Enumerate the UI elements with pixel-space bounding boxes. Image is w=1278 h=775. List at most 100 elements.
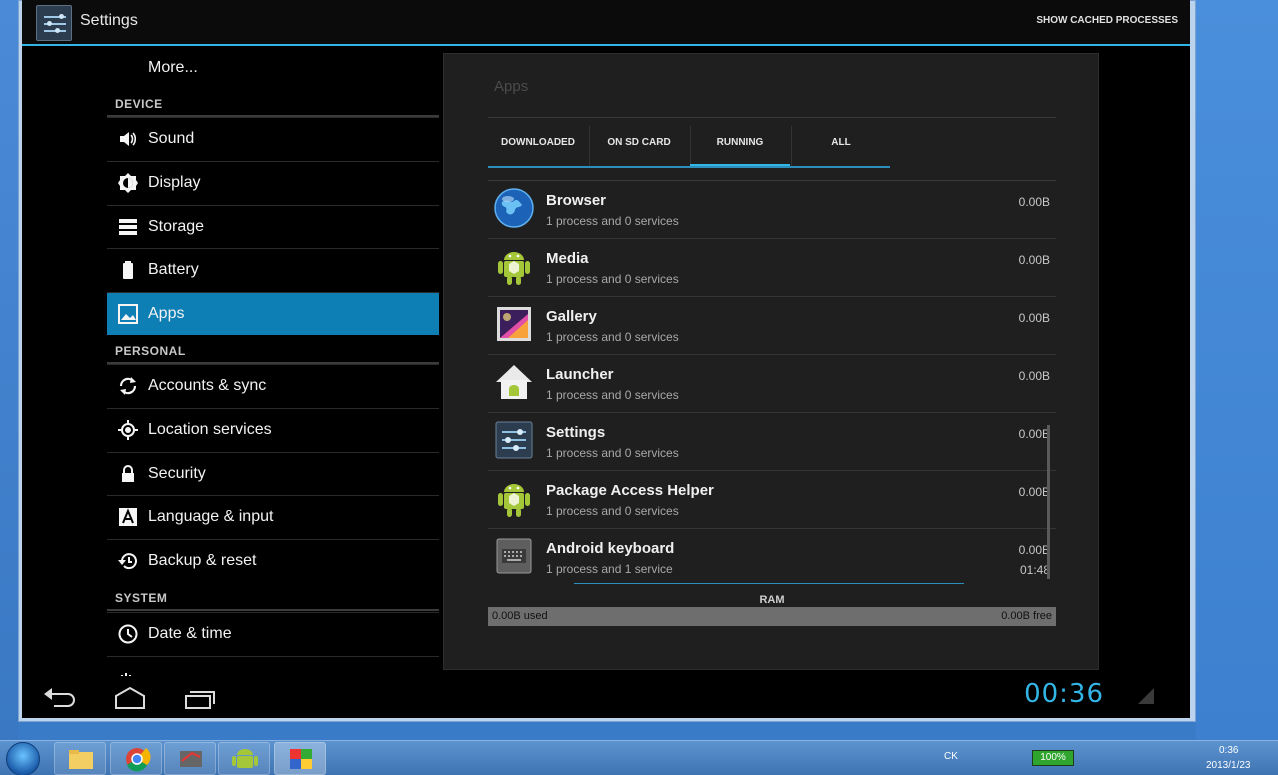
ram-free: 0.00B free xyxy=(1001,610,1052,622)
tray-time[interactable]: 0:36 xyxy=(1219,745,1238,756)
app-size: 0.00B xyxy=(1018,485,1050,499)
backup-icon xyxy=(117,550,139,572)
section-personal: PERSONAL xyxy=(115,344,186,358)
speaker-icon xyxy=(117,128,139,150)
tab-downloaded[interactable]: DOWNLOADED xyxy=(488,126,588,168)
section-device: DEVICE xyxy=(115,97,163,111)
desktop-right-edge xyxy=(1196,0,1278,740)
app-name: Package Access Helper xyxy=(546,482,714,499)
app-size: 0.00B xyxy=(1018,195,1050,209)
sidebar-item-label: Display xyxy=(148,174,201,191)
keyboard-icon xyxy=(494,536,534,576)
start-button[interactable] xyxy=(6,742,40,775)
android-robot-icon xyxy=(494,246,534,286)
signal-icon xyxy=(1138,688,1154,704)
sidebar-item-label: Language & input xyxy=(148,508,274,525)
app-name: Settings xyxy=(546,424,606,441)
app-process-info: 1 process and 0 services xyxy=(546,272,679,286)
list-item-media[interactable]: Media 1 process and 0 services 0.00B xyxy=(488,239,1056,297)
sidebar-item-backup[interactable]: Backup & reset xyxy=(107,539,439,582)
windows-taskbar: CK 100% 0:36 2013/1/23 xyxy=(0,740,1278,775)
list-item-package-access-helper[interactable]: Package Access Helper 1 process and 0 se… xyxy=(488,471,1056,529)
app-process-info: 1 process and 0 services xyxy=(546,330,679,344)
list-item-browser[interactable]: Browser 1 process and 0 services 0.00B xyxy=(488,181,1056,239)
action-bar: Settings SHOW CACHED PROCESSES xyxy=(22,0,1190,46)
sync-icon xyxy=(117,375,139,397)
app-process-info: 1 process and 0 services xyxy=(546,214,679,228)
app-name: Media xyxy=(546,250,589,267)
app-running-time: 01:48 xyxy=(1019,563,1050,577)
sidebar-item-label: Security xyxy=(148,465,206,482)
list-item-settings[interactable]: Settings 1 process and 0 services 0.00B xyxy=(488,413,1056,471)
sidebar-item-label: Accounts & sync xyxy=(148,377,267,394)
apps-panel: Apps DOWNLOADED ON SD CARD RUNNING ALL B… xyxy=(443,53,1099,670)
sidebar-item-sound[interactable]: Sound xyxy=(107,117,439,160)
accessibility-icon xyxy=(117,667,139,676)
app-process-info: 1 process and 0 services xyxy=(546,388,679,402)
sidebar-item-label: Sound xyxy=(148,130,195,147)
list-scrollbar[interactable] xyxy=(1047,425,1050,579)
tab-on-sd-card[interactable]: ON SD CARD xyxy=(589,126,689,168)
sidebar-item-label: Storage xyxy=(148,218,205,235)
brightness-icon xyxy=(117,172,139,194)
apps-icon xyxy=(117,303,139,325)
language-icon xyxy=(117,506,139,528)
sidebar-item-label: Backup & reset xyxy=(148,552,257,569)
panel-title: Apps xyxy=(494,78,529,95)
app-size: 0.00B xyxy=(1018,253,1050,267)
location-icon xyxy=(117,419,139,441)
sidebar-item-battery[interactable]: Battery xyxy=(107,248,439,291)
section-system: SYSTEM xyxy=(115,591,168,605)
status-clock[interactable]: 00:36 xyxy=(1024,679,1104,709)
battery-icon xyxy=(117,259,139,281)
show-cached-processes-button[interactable]: SHOW CACHED PROCESSES xyxy=(1036,15,1178,26)
sidebar-item-apps[interactable]: Apps xyxy=(107,292,439,335)
sidebar-item-date-time[interactable]: Date & time xyxy=(107,612,439,655)
app-name: Gallery xyxy=(546,308,597,325)
sidebar-item-label: Apps xyxy=(148,305,185,322)
overscroll-glow xyxy=(574,583,964,584)
browser-globe-icon xyxy=(494,188,534,228)
list-item-android-keyboard[interactable]: Android keyboard 1 process and 1 service… xyxy=(488,529,1056,587)
input-language-indicator[interactable]: CK xyxy=(944,751,958,762)
ram-used: 0.00B used xyxy=(492,610,548,622)
app-size: 0.00B xyxy=(1018,543,1050,557)
app-size: 0.00B xyxy=(1018,427,1050,441)
sidebar-item-accessibility-partial[interactable] xyxy=(107,656,439,676)
tab-all[interactable]: ALL xyxy=(791,126,891,168)
recent-apps-button[interactable] xyxy=(180,684,220,712)
divider xyxy=(488,117,1056,118)
battery-meter[interactable]: 100% xyxy=(1032,750,1074,766)
chrome-taskbar-icon[interactable] xyxy=(110,742,162,775)
sidebar-item-language[interactable]: Language & input xyxy=(107,495,439,538)
app-name: Browser xyxy=(546,192,607,209)
emulator-taskbar-icon[interactable] xyxy=(274,742,326,775)
sidebar-item-location[interactable]: Location services xyxy=(107,408,439,451)
android-robot-icon xyxy=(494,478,534,518)
sidebar-item-storage[interactable]: Storage xyxy=(107,205,439,248)
more-item[interactable]: More... xyxy=(148,59,198,77)
tool-taskbar-icon[interactable] xyxy=(164,742,216,775)
explorer-taskbar-icon[interactable] xyxy=(54,742,106,775)
clock-icon xyxy=(117,623,139,645)
desktop-left-edge xyxy=(0,0,18,740)
sidebar-item-label: Battery xyxy=(148,261,199,278)
launcher-home-icon xyxy=(494,362,534,402)
back-button[interactable] xyxy=(40,684,80,712)
sidebar-item-display[interactable]: Display xyxy=(107,161,439,204)
ram-label: RAM xyxy=(759,594,785,606)
sidebar-item-security[interactable]: Security xyxy=(107,452,439,495)
tab-running[interactable]: RUNNING xyxy=(690,126,790,168)
app-name: Launcher xyxy=(546,366,614,383)
list-item-launcher[interactable]: Launcher 1 process and 0 services 0.00B xyxy=(488,355,1056,413)
tray-date[interactable]: 2013/1/23 xyxy=(1206,760,1251,771)
sidebar-item-accounts-sync[interactable]: Accounts & sync xyxy=(107,364,439,407)
settings-app-icon[interactable] xyxy=(36,5,72,41)
android-screen: Settings SHOW CACHED PROCESSES More... D… xyxy=(22,0,1190,718)
section-divider xyxy=(107,609,439,611)
android-taskbar-icon[interactable] xyxy=(218,742,270,775)
list-item-gallery[interactable]: Gallery 1 process and 0 services 0.00B xyxy=(488,297,1056,355)
home-button[interactable] xyxy=(110,684,150,712)
page-title: Settings xyxy=(80,12,138,29)
gallery-icon xyxy=(494,304,534,344)
